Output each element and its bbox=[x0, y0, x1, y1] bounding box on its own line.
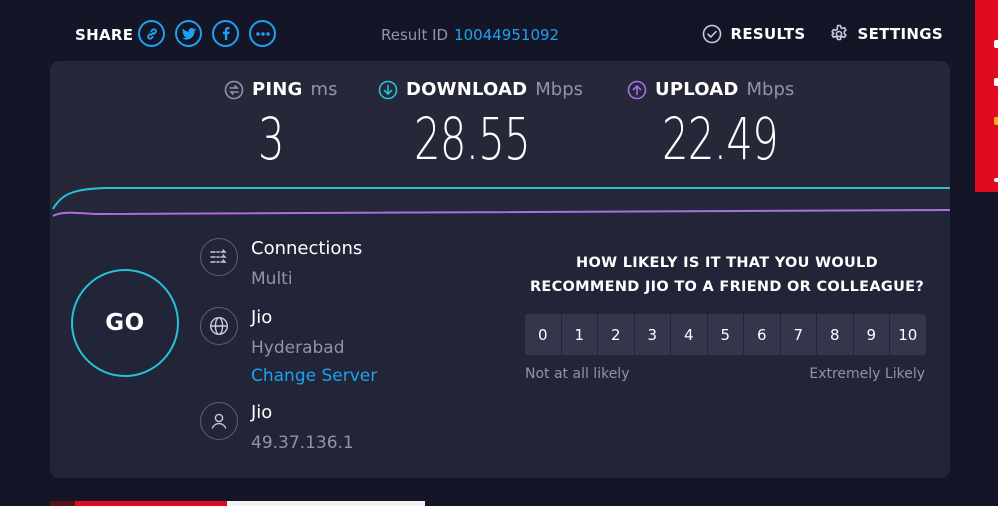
download-label: DOWNLOAD bbox=[406, 79, 528, 100]
download-value: 28.55 bbox=[414, 105, 531, 173]
speed-graph bbox=[52, 187, 950, 217]
share-label: SHARE bbox=[75, 26, 134, 44]
ad-banner-edge bbox=[50, 501, 75, 506]
gear-icon bbox=[831, 24, 848, 41]
result-id: Result ID 10044951092 bbox=[381, 26, 559, 44]
change-server-link[interactable]: Change Server bbox=[251, 366, 377, 386]
download-arrow-icon bbox=[378, 80, 398, 99]
top-bar: SHARE Result ID 10044951092 RESULTS SETT… bbox=[0, 0, 975, 62]
share-buttons bbox=[138, 20, 276, 47]
ad-glyph bbox=[994, 178, 998, 182]
scale-option-6[interactable]: 6 bbox=[744, 314, 780, 355]
ping-metric: PING ms 3 bbox=[224, 79, 337, 168]
ad-banner-edge bbox=[227, 501, 425, 506]
ping-label: PING bbox=[252, 79, 303, 100]
settings-button[interactable]: SETTINGS bbox=[829, 24, 943, 44]
scale-option-8[interactable]: 8 bbox=[817, 314, 853, 355]
survey-question-line1: HOW LIKELY IS IT THAT YOU WOULD bbox=[576, 255, 878, 271]
scale-option-9[interactable]: 9 bbox=[853, 314, 889, 355]
facebook-icon bbox=[222, 27, 229, 40]
recommend-scale: 0 1 2 3 4 5 6 7 8 9 10 bbox=[525, 314, 926, 355]
ping-unit: ms bbox=[310, 79, 338, 100]
ping-icon bbox=[224, 80, 244, 99]
ping-value: 3 bbox=[258, 105, 285, 173]
connections-value: Multi bbox=[251, 269, 293, 289]
ad-glyph bbox=[994, 117, 998, 125]
upload-metric: UPLOAD Mbps 22.49 bbox=[627, 79, 823, 168]
check-circle-icon bbox=[703, 24, 722, 44]
go-button[interactable]: GO bbox=[71, 269, 179, 377]
scale-option-1[interactable]: 1 bbox=[561, 314, 597, 355]
scale-option-7[interactable]: 7 bbox=[780, 314, 816, 355]
survey-question: HOW LIKELY IS IT THAT YOU WOULD RECOMMEN… bbox=[522, 251, 932, 299]
isp-name: Jio bbox=[251, 402, 273, 423]
server-name: Jio bbox=[251, 307, 273, 328]
connections-icon bbox=[200, 238, 238, 276]
result-id-link[interactable]: 10044951092 bbox=[454, 26, 559, 44]
twitter-icon bbox=[181, 27, 196, 40]
share-twitter-button[interactable] bbox=[175, 20, 202, 47]
download-graph-line bbox=[52, 187, 950, 210]
go-label: GO bbox=[105, 310, 145, 336]
upload-value: 22.49 bbox=[662, 105, 779, 173]
share-link-button[interactable] bbox=[138, 20, 165, 47]
download-unit: Mbps bbox=[535, 79, 584, 100]
ad-banner-bottom[interactable] bbox=[50, 501, 425, 506]
share-more-button[interactable] bbox=[249, 20, 276, 47]
scale-option-10[interactable]: 10 bbox=[890, 314, 926, 355]
scale-option-3[interactable]: 3 bbox=[634, 314, 670, 355]
results-button[interactable]: RESULTS bbox=[702, 24, 805, 44]
isp-ip: 49.37.136.1 bbox=[251, 433, 354, 453]
results-label: RESULTS bbox=[730, 25, 806, 43]
scale-option-4[interactable]: 4 bbox=[671, 314, 707, 355]
share-facebook-button[interactable] bbox=[212, 20, 239, 47]
more-dots-icon bbox=[255, 31, 270, 36]
ad-glyph bbox=[994, 78, 998, 86]
ad-banner-right[interactable] bbox=[975, 0, 998, 192]
settings-label: SETTINGS bbox=[857, 25, 943, 43]
user-icon bbox=[200, 402, 238, 440]
server-location: Hyderabad bbox=[251, 338, 345, 358]
link-icon bbox=[146, 27, 157, 40]
ad-glyph bbox=[994, 40, 998, 48]
scale-high-label: Extremely Likely bbox=[809, 366, 925, 382]
scale-low-label: Not at all likely bbox=[525, 366, 630, 382]
results-panel: PING ms 3 DOWNLOAD Mbps 28.55 UPLOAD Mbp bbox=[50, 61, 950, 478]
download-metric: DOWNLOAD Mbps 28.55 bbox=[378, 79, 583, 168]
globe-icon bbox=[200, 307, 238, 345]
upload-graph-line bbox=[52, 209, 950, 217]
scale-option-5[interactable]: 5 bbox=[707, 314, 743, 355]
upload-unit: Mbps bbox=[746, 79, 795, 100]
scale-option-2[interactable]: 2 bbox=[598, 314, 634, 355]
survey-question-line2: RECOMMEND JIO TO A FRIEND OR COLLEAGUE? bbox=[529, 279, 925, 295]
upload-arrow-icon bbox=[627, 80, 647, 99]
result-id-label: Result ID bbox=[381, 26, 449, 44]
scale-option-0[interactable]: 0 bbox=[525, 314, 561, 355]
connections-title: Connections bbox=[251, 238, 363, 259]
upload-label: UPLOAD bbox=[655, 79, 739, 100]
top-nav: RESULTS SETTINGS bbox=[702, 24, 943, 44]
